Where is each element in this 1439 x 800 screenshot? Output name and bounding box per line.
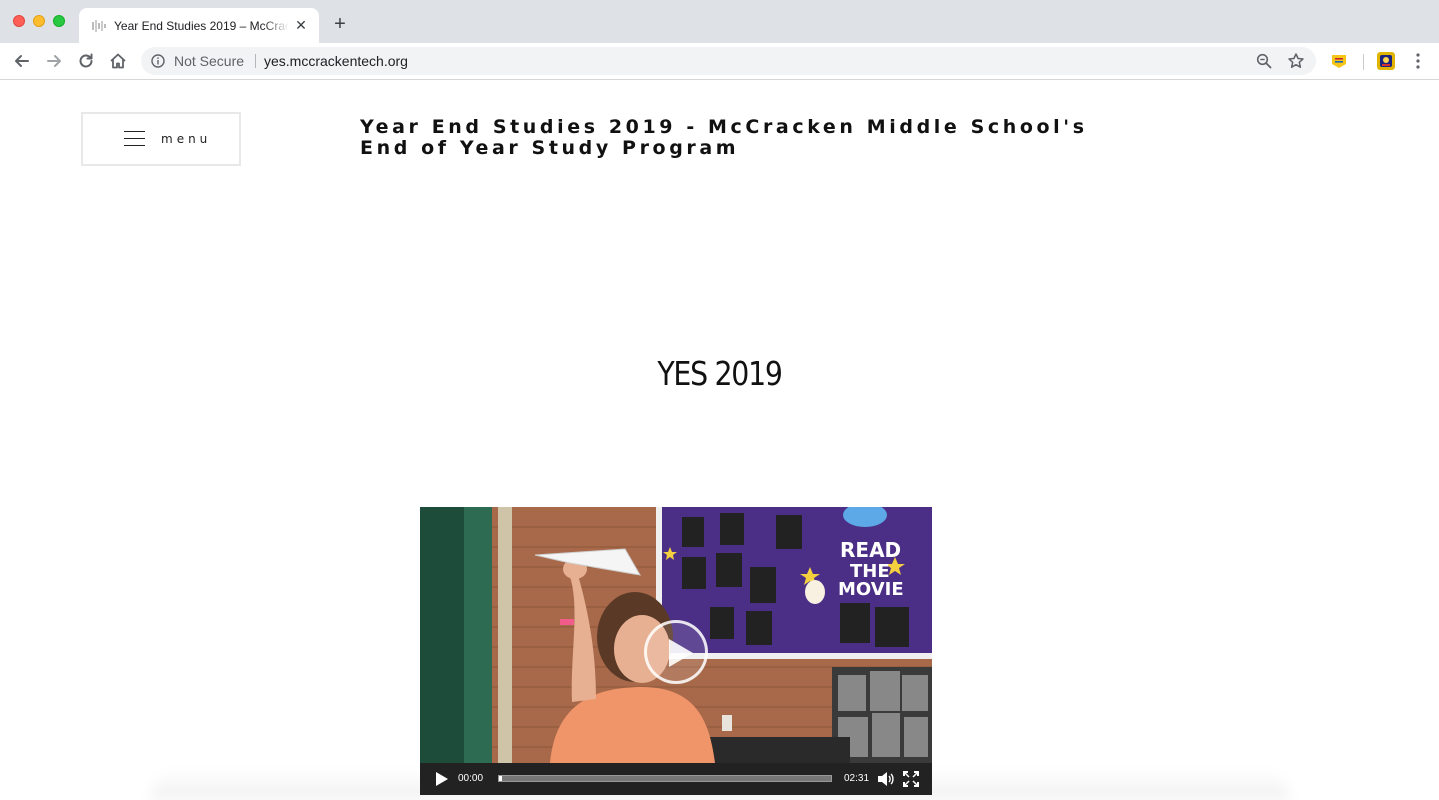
address-divider — [255, 54, 256, 68]
reload-icon — [79, 53, 93, 68]
extension-icon[interactable] — [1330, 52, 1348, 70]
fullscreen-icon[interactable] — [903, 771, 919, 787]
video-progress-fill — [499, 776, 503, 781]
browser-tab[interactable]: Year End Studies 2019 – McCracken Middle… — [79, 8, 319, 43]
site-favicon-icon — [92, 20, 106, 32]
hamburger-icon — [124, 131, 145, 147]
forward-arrow-icon — [47, 55, 61, 67]
browser-menu-icon[interactable] — [1410, 52, 1426, 70]
zoom-magnifier-icon[interactable] — [1256, 53, 1272, 69]
home-icon — [110, 53, 126, 69]
zoom-window-button[interactable] — [53, 15, 65, 27]
current-time: 00:00 — [458, 773, 484, 784]
menu-button[interactable]: menu — [81, 112, 241, 166]
security-status-label[interactable]: Not Secure — [174, 53, 244, 69]
minimize-window-button[interactable] — [33, 15, 45, 27]
control-play-icon[interactable] — [435, 772, 448, 786]
close-window-button[interactable] — [13, 15, 25, 27]
toolbar-divider — [1363, 54, 1364, 70]
poster-line-1: READ — [840, 538, 901, 562]
big-play-button[interactable] — [644, 620, 708, 684]
poster-line-3: MOVIE — [838, 579, 904, 600]
video-progress-bar[interactable] — [498, 775, 832, 782]
address-bar[interactable]: Not Secure yes.mccrackentech.org — [141, 47, 1316, 75]
back-arrow-icon — [15, 55, 29, 67]
home-button[interactable] — [108, 51, 128, 71]
back-button[interactable] — [12, 51, 32, 71]
tab-close-icon[interactable]: ✕ — [293, 17, 309, 33]
video-duration: 02:31 — [844, 773, 870, 784]
forward-button[interactable] — [44, 51, 64, 71]
browser-tab-bar: Year End Studies 2019 – McCracken Middle… — [0, 0, 1439, 43]
reload-button[interactable] — [76, 51, 96, 71]
video-player[interactable]: READ THE MOVIE 00:00 02:31 — [420, 507, 932, 795]
video-controls: 00:00 02:31 — [420, 763, 932, 795]
volume-icon[interactable] — [877, 771, 894, 787]
url-text[interactable]: yes.mccrackentech.org — [264, 53, 408, 69]
site-title[interactable]: Year End Studies 2019 - McCracken Middle… — [360, 117, 1100, 159]
bookmark-star-icon[interactable] — [1287, 52, 1305, 70]
browser-toolbar: Not Secure yes.mccrackentech.org — [0, 43, 1439, 80]
play-icon — [669, 639, 693, 667]
new-tab-button[interactable]: + — [330, 14, 350, 34]
info-icon[interactable] — [151, 54, 165, 68]
tab-title: Year End Studies 2019 – McCracken Middle… — [114, 19, 289, 33]
menu-label: menu — [161, 132, 212, 146]
page-heading: YES 2019 — [657, 354, 783, 393]
profile-avatar-icon[interactable] — [1377, 52, 1395, 70]
